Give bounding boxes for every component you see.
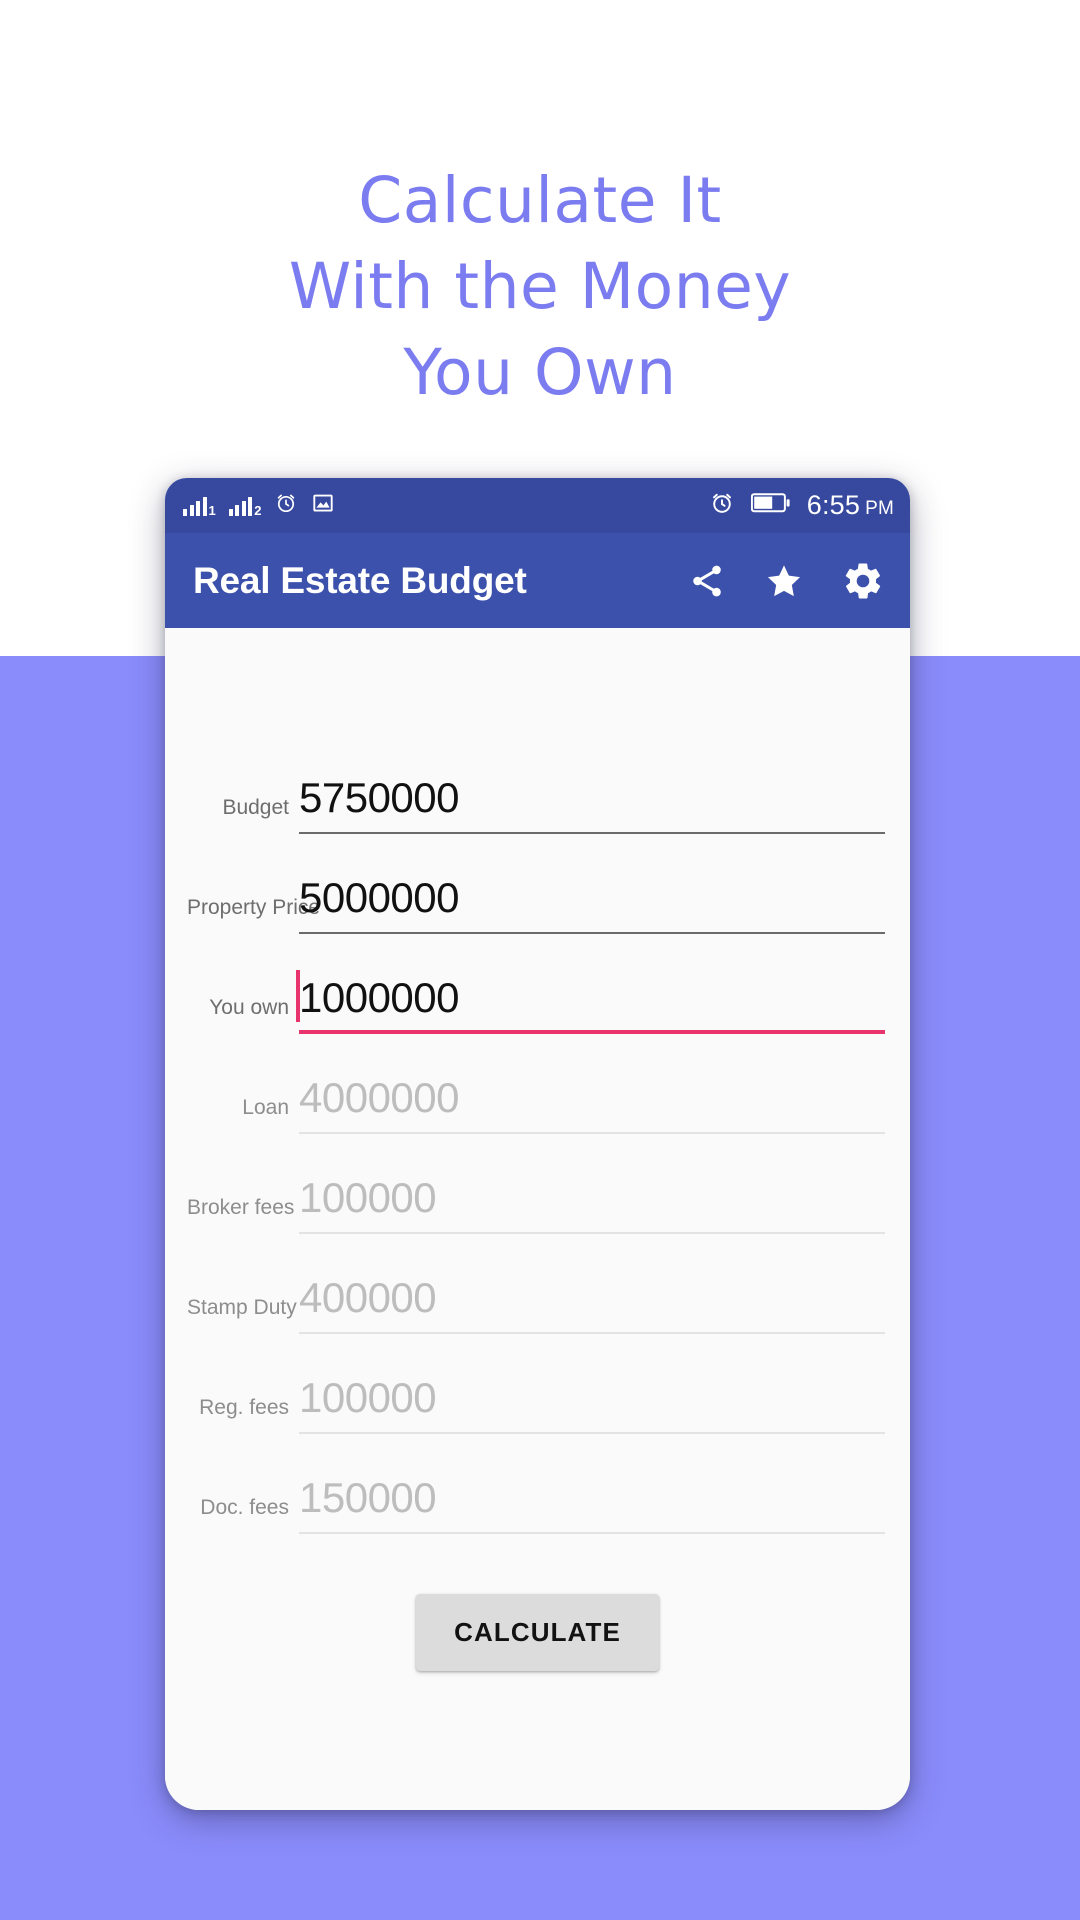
battery-icon (750, 492, 791, 519)
field-underline (299, 1532, 885, 1534)
property-price-input[interactable]: 5000000 (299, 874, 888, 922)
field-label-budget: Budget (222, 796, 289, 819)
app-bar: Real Estate Budget (165, 533, 910, 628)
signal-sim1-subscript: 1 (208, 502, 216, 518)
status-bar: 1 2 6:55 PM (165, 478, 910, 533)
phone-mockup: 1 2 6:55 PM Real Estate Budget Budget 57… (165, 478, 910, 1810)
field-label-broker-fees: Broker fees (187, 1196, 295, 1219)
clock-time-value: 6:55 (806, 490, 861, 520)
submit-row: CALCULATE (187, 1594, 888, 1671)
headline-line-2: With the Money (288, 250, 792, 323)
alarm-clock-icon (709, 490, 735, 521)
clock-ampm: PM (865, 498, 894, 519)
status-bar-right-icons: 6:55 PM (709, 490, 894, 521)
alarm-clock-icon (274, 491, 298, 520)
field-budget[interactable]: Budget 5750000 (187, 734, 888, 834)
field-broker-fees[interactable]: Broker fees 100000 (187, 1134, 888, 1234)
field-label-stamp-duty: Stamp Duty (187, 1296, 297, 1319)
loan-input[interactable]: 4000000 (299, 1074, 888, 1122)
signal-sim2-subscript: 2 (254, 502, 262, 518)
doc-fees-input[interactable]: 150000 (299, 1474, 888, 1522)
field-property-price[interactable]: Property Price 5000000 (187, 834, 888, 934)
budget-form: Budget 5750000 Property Price 5000000 Yo… (165, 628, 910, 1810)
field-label-property-price: Property Price (187, 896, 321, 919)
field-reg-fees[interactable]: Reg. fees 100000 (187, 1334, 888, 1434)
promo-screenshot: Calculate It With the Money You Own 1 2 (0, 0, 1080, 1920)
you-own-input[interactable]: 1000000 (299, 974, 888, 1022)
budget-input[interactable]: 5750000 (299, 774, 888, 822)
status-bar-left-icons: 1 2 (183, 491, 335, 520)
calculate-button[interactable]: CALCULATE (416, 1594, 659, 1671)
gear-icon[interactable] (842, 560, 884, 602)
text-caret (296, 970, 300, 1022)
field-doc-fees[interactable]: Doc. fees 150000 (187, 1434, 888, 1534)
photo-image-icon (311, 491, 335, 520)
field-label-reg-fees: Reg. fees (199, 1396, 289, 1419)
promo-headline: Calculate It With the Money You Own (0, 158, 1080, 416)
signal-bars-sim1-icon: 1 (183, 496, 216, 518)
headline-line-1: Calculate It (358, 164, 722, 237)
field-label-you-own: You own (209, 996, 289, 1019)
field-label-loan: Loan (242, 1096, 289, 1119)
status-bar-clock: 6:55 PM (807, 490, 894, 521)
signal-bars-sim2-icon: 2 (228, 496, 262, 518)
star-icon[interactable] (764, 561, 804, 601)
stamp-duty-input[interactable]: 400000 (299, 1274, 888, 1322)
share-icon[interactable] (688, 562, 726, 600)
app-bar-title: Real Estate Budget (193, 559, 527, 601)
app-bar-actions (688, 560, 884, 602)
field-label-doc-fees: Doc. fees (200, 1496, 289, 1519)
field-stamp-duty[interactable]: Stamp Duty 400000 (187, 1234, 888, 1334)
headline-line-3: You Own (403, 336, 677, 409)
field-loan[interactable]: Loan 4000000 (187, 1034, 888, 1134)
reg-fees-input[interactable]: 100000 (299, 1374, 888, 1422)
field-you-own[interactable]: You own 1000000 (187, 934, 888, 1034)
broker-fees-input[interactable]: 100000 (299, 1174, 888, 1222)
